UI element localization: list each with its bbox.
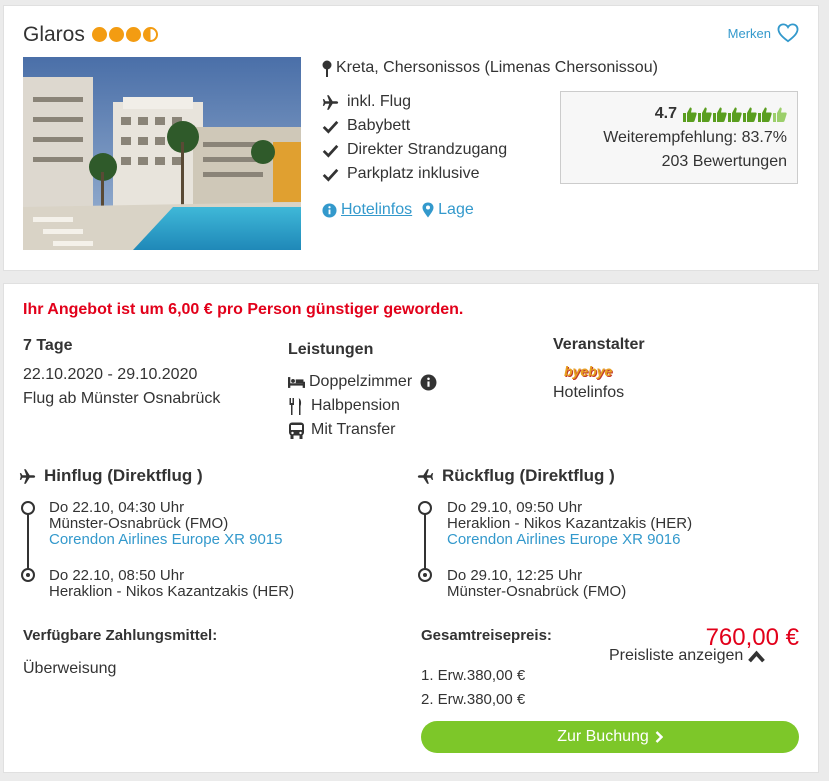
outbound-airline: Corendon Airlines Europe XR 9015 [49, 531, 283, 548]
hotel-links: Hotelinfos Lage [322, 201, 474, 219]
lage-link[interactable]: Lage [422, 201, 474, 219]
return-arr-airport: Münster-Osnabrück (FMO) [447, 583, 627, 600]
return-airline: Corendon Airlines Europe XR 9016 [447, 531, 681, 548]
star-rating [92, 27, 158, 42]
thumb-up-icon [758, 107, 772, 122]
star-icon [92, 27, 107, 42]
star-icon [126, 27, 141, 42]
service-item: Halbpension [288, 397, 400, 415]
location-text: Kreta, Chersonissos (Limenas Chersonisso… [336, 59, 658, 76]
price-row: 1. Erw.380,00 € [421, 667, 526, 684]
outbound-title: Hinflug (Direktflug ) [44, 466, 203, 485]
return-header: Rückflug (Direktflug ) [417, 466, 615, 486]
hotel-photo[interactable] [23, 57, 301, 250]
thumb-up-icon [683, 107, 697, 122]
rating-box[interactable]: 4.7 Weiterempfehlung: 83.7% 203 Bewertun… [560, 91, 798, 184]
feature-label: Direkter Strandzugang [347, 141, 508, 158]
payment-method: Überweisung [23, 660, 117, 677]
check-icon [322, 120, 339, 134]
departure-dot [418, 501, 432, 515]
price-change-message: Ihr Angebot ist um 6,00 € pro Person gün… [23, 301, 464, 318]
star-icon [109, 27, 124, 42]
plane-icon [19, 468, 36, 484]
service-label: Mit Transfer [311, 421, 396, 438]
price-row: 2. Erw.380,00 € [421, 691, 526, 708]
feature-label: inkl. Flug [347, 93, 412, 110]
return-dep-time: Do 29.10, 09:50 Uhr [447, 499, 583, 516]
feature-label: Babybett [347, 117, 411, 134]
merken-button[interactable]: Merken [728, 23, 799, 43]
pin-icon [322, 60, 332, 77]
arrival-dot [418, 568, 432, 582]
heart-icon [777, 23, 799, 43]
thumb-up-icon [728, 107, 742, 122]
operator-hotelinfos-link[interactable]: Hotelinfos [553, 384, 624, 402]
service-item: Mit Transfer [288, 421, 395, 439]
outbound-dep-time: Do 22.10, 04:30 Uhr [49, 499, 185, 516]
plane-icon [322, 94, 339, 110]
chevron-up-icon [748, 650, 766, 662]
hotel-photo-image [23, 57, 301, 250]
offer-card: Ihr Angebot ist um 6,00 € pro Person gün… [3, 283, 819, 773]
outbound-arr-time: Do 22.10, 08:50 Uhr [49, 567, 185, 584]
return-timeline [424, 510, 426, 572]
operator-logo: byebye [564, 363, 613, 379]
hotelinfos-label: Hotelinfos [341, 201, 413, 218]
info-icon [322, 202, 337, 218]
feature-item: Parkplatz inklusive [322, 165, 480, 183]
thumbs-rating [683, 107, 787, 122]
feature-item: Direkter Strandzugang [322, 141, 507, 159]
pricelist-label: Preisliste anzeigen [609, 647, 744, 664]
review-count: 203 Bewertungen [661, 153, 787, 170]
arrival-dot [21, 568, 35, 582]
rating-score: 4.7 [654, 105, 677, 122]
rating-score-row: 4.7 [655, 105, 787, 123]
recommendation-rate: Weiterempfehlung: 83.7% [603, 129, 787, 146]
return-title: Rückflug (Direktflug ) [442, 466, 615, 485]
chevron-right-icon [655, 731, 663, 743]
outbound-timeline [27, 510, 29, 572]
outbound-header: Hinflug (Direktflug ) [19, 466, 203, 486]
map-pin-icon [422, 202, 434, 218]
check-icon [322, 144, 339, 158]
half-star-icon [143, 27, 158, 42]
bed-icon [288, 376, 305, 388]
total-title: Gesamtreisepreis: [421, 627, 552, 644]
service-item: Doppelzimmer [288, 373, 437, 391]
feature-label: Parkplatz inklusive [347, 165, 480, 182]
thumb-up-icon [743, 107, 757, 122]
return-arr-time: Do 29.10, 12:25 Uhr [447, 567, 583, 584]
hotel-location: Kreta, Chersonissos (Limenas Chersonisso… [322, 59, 658, 77]
merken-label: Merken [727, 25, 771, 41]
lage-label: Lage [438, 201, 474, 218]
outbound-arr-airport: Heraklion - Nikos Kazantzakis (HER) [49, 583, 295, 600]
departure-dot [21, 501, 35, 515]
booking-button[interactable]: Zur Buchung [421, 721, 799, 753]
info-icon[interactable] [420, 374, 437, 391]
service-label: Halbpension [311, 397, 400, 414]
operator-title: Veranstalter [553, 336, 645, 353]
pricelist-toggle[interactable]: Preisliste anzeigen [609, 647, 766, 665]
check-icon [322, 168, 339, 182]
bus-icon [289, 422, 304, 439]
feature-item: inkl. Flug [322, 93, 411, 111]
plane-icon [417, 468, 434, 484]
thumb-up-icon [713, 107, 727, 122]
service-label: Doppelzimmer [309, 373, 413, 390]
thumb-up-icon [698, 107, 712, 122]
services-title: Leistungen [288, 341, 374, 358]
feature-item: Babybett [322, 117, 410, 135]
hotelinfos-link[interactable]: Hotelinfos [322, 201, 412, 219]
return-dep-airport: Heraklion - Nikos Kazantzakis (HER) [447, 515, 693, 532]
hotel-card: Glaros Merken Kreta, Chersonissos (Limen… [3, 5, 819, 271]
departure-airport: Flug ab Münster Osnabrück [23, 390, 221, 407]
trip-duration: 7 Tage [23, 337, 73, 354]
cutlery-icon [289, 397, 302, 415]
hotel-name[interactable]: Glaros [23, 23, 85, 47]
payment-title: Verfügbare Zahlungsmittel: [23, 627, 218, 644]
trip-dates: 22.10.2020 - 29.10.2020 [23, 366, 198, 383]
booking-button-label: Zur Buchung [557, 728, 649, 745]
outbound-dep-airport: Münster-Osnabrück (FMO) [49, 515, 229, 532]
thumb-up-icon [773, 107, 787, 122]
